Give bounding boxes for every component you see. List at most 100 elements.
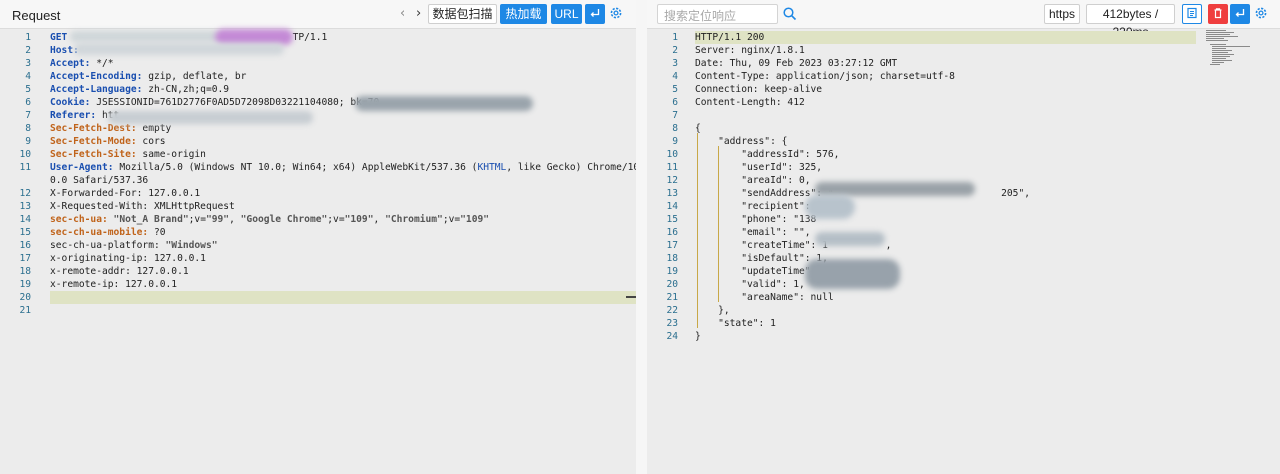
line-code: Sec-Fetch-Site: same-origin <box>50 148 206 161</box>
line-number: 13 <box>19 201 31 212</box>
request-editor[interactable]: 21 20 19 x-remote-ip: 127.0.0.1 18 x-remote-a… <box>0 29 662 474</box>
wrap-toggle-button[interactable] <box>1230 4 1250 24</box>
enter-icon <box>590 9 600 17</box>
request-line: 10 Sec-Fetch-Site: same-origin <box>0 148 636 161</box>
url-button[interactable]: URL <box>551 4 582 24</box>
request-line: 15 sec-ch-ua-mobile: ?0 <box>0 226 636 239</box>
line-code: Accept-Language: zh-CN,zh;q=0.9 <box>50 83 229 96</box>
line-number: 10 <box>666 149 678 160</box>
request-pane: Request ‹ › 数据包扫描 热加载 URL 21 20 19 x-remote… <box>0 0 662 474</box>
line-number: 21 <box>666 292 678 303</box>
line-number: 1 <box>672 32 678 43</box>
line-number: 8 <box>25 123 31 134</box>
response-line: 21 "areaName": null <box>647 291 1280 304</box>
response-editor[interactable]: 24} 23 "state": 1 22 }, 21 "areaName": null… <box>647 29 1280 474</box>
code-token: "109" <box>460 214 490 225</box>
document-icon <box>1187 7 1197 19</box>
code-token: x-originating-ip: 127.0.0.1 <box>50 253 206 264</box>
line-number: 3 <box>672 58 678 69</box>
response-line: 17 "createTime": 1 , <box>647 239 1280 252</box>
response-toolbar: 搜索定位响应 https 412bytes / 220ms <box>647 0 1280 39</box>
response-line: 3 Date: Thu, 09 Feb 2023 03:27:12 GMT <box>647 57 1280 70</box>
protocol-badge: https <box>1044 4 1080 24</box>
line-number: 19 <box>19 279 31 290</box>
prev-arrow-icon[interactable]: ‹ <box>400 6 405 21</box>
response-line: 5 Connection: keep-alive <box>647 83 1280 96</box>
request-line: 4 Accept-Encoding: gzip, deflate, br <box>0 70 636 83</box>
line-number: 17 <box>19 253 31 264</box>
line-code: } <box>695 331 701 342</box>
request-line: 19 x-remote-ip: 127.0.0.1 <box>0 278 636 291</box>
line-code: Server: nginx/1.8.1 <box>695 45 805 56</box>
redaction-blur <box>70 31 220 42</box>
code-token: sec-ch-ua: <box>50 214 108 225</box>
line-number: 9 <box>25 136 31 147</box>
request-toolbar: Request ‹ › 数据包扫描 热加载 URL <box>0 0 636 29</box>
line-number: 10 <box>19 149 31 160</box>
response-search-input[interactable]: 搜索定位响应 <box>657 4 778 24</box>
line-code: "address": { <box>695 136 788 147</box>
response-line: 23 "state": 1 <box>647 317 1280 330</box>
code-token: Accept-Language: <box>50 84 143 95</box>
line-number: 13 <box>666 188 678 199</box>
request-line: 20 <box>0 291 636 304</box>
code-token: , <box>229 214 241 225</box>
redaction-blur <box>805 195 855 219</box>
line-number: 20 <box>666 279 678 290</box>
line-code: "areaId": 0, <box>695 175 811 186</box>
redaction-blur <box>74 43 284 55</box>
request-line: 0.0 Safari/537.36 <box>0 174 636 187</box>
line-code: "userId": 325, <box>695 162 823 173</box>
request-line: 5 Accept-Language: zh-CN,zh;q=0.9 <box>0 83 636 96</box>
code-token: ;v= <box>327 214 345 225</box>
line-number: 8 <box>672 123 678 134</box>
line-number: 18 <box>19 266 31 277</box>
redaction-blur <box>108 111 313 124</box>
line-code: "areaName": null <box>695 292 834 303</box>
redaction-blur <box>805 259 900 289</box>
line-number: 1 <box>25 32 31 43</box>
minimap[interactable] <box>1206 29 1262 69</box>
format-button[interactable] <box>1182 4 1202 24</box>
response-line: 16 "email": "", <box>647 226 1280 239</box>
hot-load-button[interactable]: 热加载 <box>500 4 547 24</box>
response-line: 20 "valid": 1, <box>647 278 1280 291</box>
pane-divider[interactable] <box>636 0 647 474</box>
request-line: 13 X-Requested-With: XMLHttpRequest <box>0 200 636 213</box>
line-number: 7 <box>672 110 678 121</box>
code-token: JSESSIONID=761D2776F0AD5D72098D032211040… <box>90 97 380 108</box>
code-token: sec-ch-ua-mobile: <box>50 227 149 238</box>
request-line: 18 x-remote-addr: 127.0.0.1 <box>0 265 636 278</box>
line-code: Cookie: JSESSIONID=761D2776F0AD5D72098D0… <box>50 96 379 109</box>
delete-button[interactable] <box>1208 4 1228 24</box>
request-line: 3 Accept: */* <box>0 57 636 70</box>
line-number: 16 <box>666 227 678 238</box>
line-number: 4 <box>672 71 678 82</box>
code-token: 0.0 Safari/537.36 <box>50 175 149 186</box>
line-code: Accept: */* <box>50 57 114 70</box>
line-code: sec-ch-ua-platform: "Windows" <box>50 239 218 252</box>
line-code: Content-Type: application/json; charset=… <box>695 71 955 82</box>
line-number: 22 <box>666 305 678 316</box>
code-token: Accept: <box>50 58 91 69</box>
gear-icon[interactable] <box>609 6 623 20</box>
request-line: 6 Cookie: JSESSIONID=761D2776F0AD5D72098D… <box>0 96 636 109</box>
wrap-toggle-button[interactable] <box>585 4 605 24</box>
line-number: 18 <box>666 253 678 264</box>
next-arrow-icon[interactable]: › <box>416 6 421 21</box>
line-number: 6 <box>25 97 31 108</box>
line-number: 7 <box>25 110 31 121</box>
packet-scan-button[interactable]: 数据包扫描 <box>428 4 497 24</box>
line-number: 9 <box>672 136 678 147</box>
code-token: "Google Chrome" <box>240 214 328 225</box>
search-icon[interactable] <box>782 6 798 22</box>
active-line-highlight <box>50 291 636 304</box>
request-line: 16 sec-ch-ua-platform: "Windows" <box>0 239 636 252</box>
gear-icon[interactable] <box>1254 6 1268 20</box>
request-line: 11 User-Agent: Mozilla/5.0 (Windows NT 10… <box>0 161 662 174</box>
line-code: "recipient": <box>695 201 811 212</box>
code-token: User-Agent: <box>50 162 114 173</box>
line-number: 11 <box>19 162 31 173</box>
response-stats: 412bytes / 220ms <box>1086 4 1175 39</box>
redaction-blur <box>355 96 533 111</box>
